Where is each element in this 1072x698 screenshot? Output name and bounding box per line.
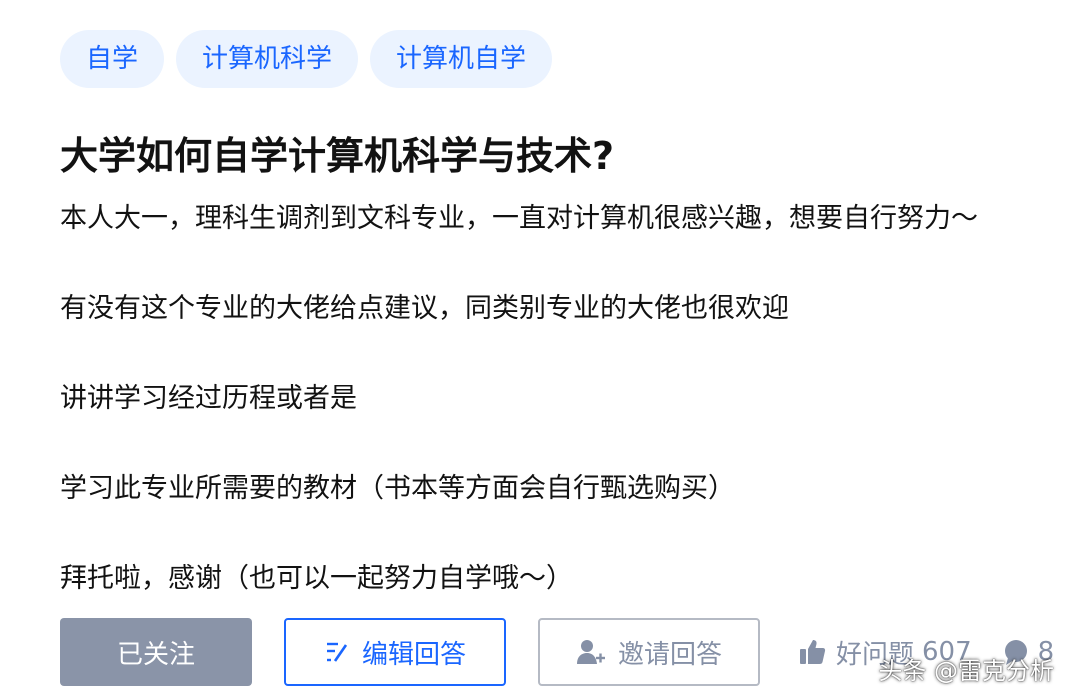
follow-button-label: 已关注 xyxy=(116,639,195,670)
topic-tags: 自学 计算机科学 计算机自学 xyxy=(60,30,553,88)
question-page: 自学 计算机科学 计算机自学 大学如何自学计算机科学与技术? 本人大一，理科生调… xyxy=(0,0,1072,698)
detail-paragraph: 学习此专业所需要的教材（书本等方面会自行甄选购买） xyxy=(60,473,735,504)
thumbs-up-icon xyxy=(798,638,826,666)
detail-paragraph: 讲讲学习经过历程或者是 xyxy=(60,383,357,414)
watermark: 头条 @雷克分析 xyxy=(878,657,1054,685)
detail-paragraph: 有没有这个专业的大佬给点建议，同类别专业的大佬也很欢迎 xyxy=(60,293,789,324)
detail-paragraph: 拜托啦，感谢（也可以一起努力自学哦～） xyxy=(60,563,573,594)
follow-button[interactable]: 已关注 xyxy=(60,618,252,686)
topic-tag[interactable]: 自学 xyxy=(60,30,165,88)
question-title: 大学如何自学计算机科学与技术? xyxy=(60,134,615,178)
invite-answer-label: 邀请回答 xyxy=(617,639,722,670)
invite-answer-button[interactable]: 邀请回答 xyxy=(538,618,760,686)
add-user-icon xyxy=(576,638,606,666)
topic-tag[interactable]: 计算机科学 xyxy=(176,30,359,88)
topic-tag[interactable]: 计算机自学 xyxy=(370,30,553,88)
detail-paragraph: 本人大一，理科生调剂到文科专业，一直对计算机很感兴趣，想要自行努力～ xyxy=(60,203,978,234)
edit-answer-button[interactable]: 编辑回答 xyxy=(284,618,506,686)
edit-answer-label: 编辑回答 xyxy=(361,639,466,670)
edit-icon xyxy=(324,639,350,665)
question-detail: 本人大一，理科生调剂到文科专业，一直对计算机很感兴趣，想要自行努力～ 有没有这个… xyxy=(60,196,1072,646)
